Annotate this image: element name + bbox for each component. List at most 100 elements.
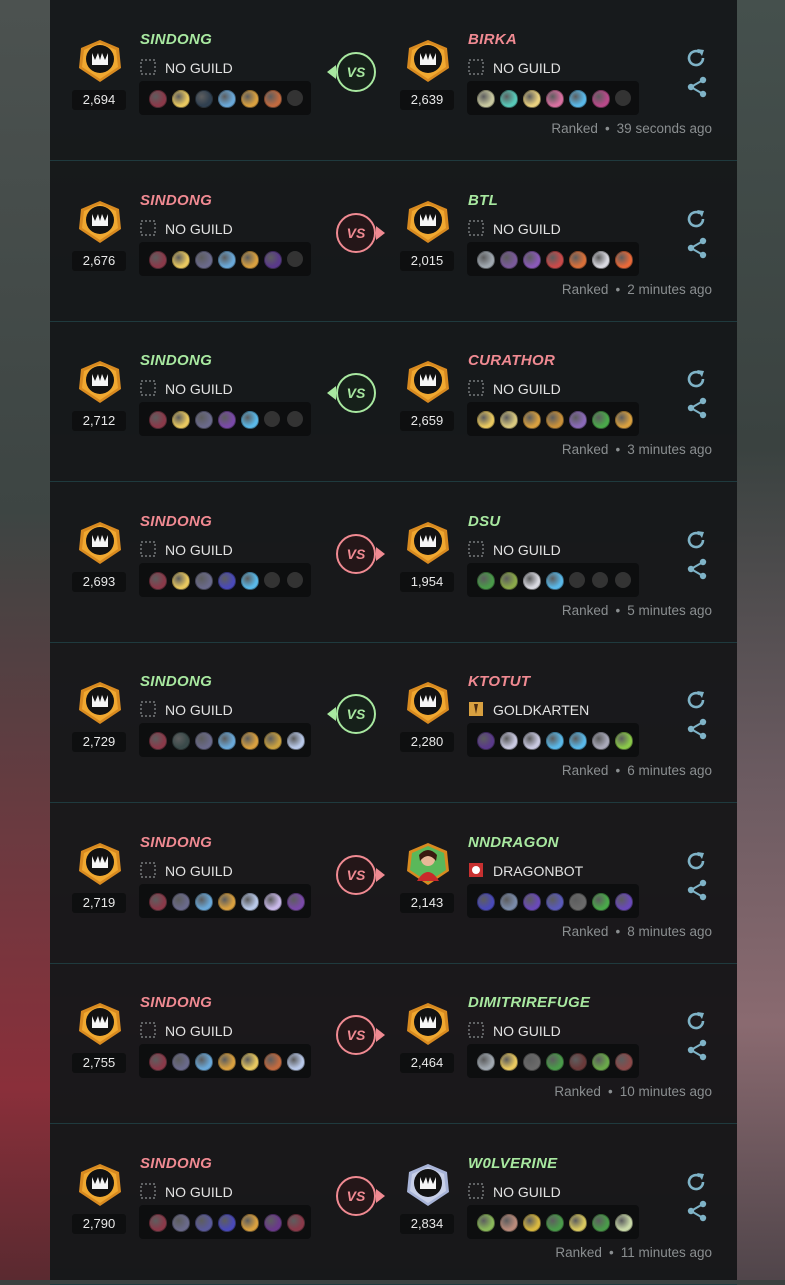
monster-card-icon[interactable] xyxy=(546,1213,564,1232)
monster-card-icon[interactable] xyxy=(500,250,518,269)
league-badge-icon[interactable] xyxy=(403,1162,453,1208)
monster-card-icon[interactable] xyxy=(523,90,541,108)
share-icon[interactable] xyxy=(686,237,708,259)
vs-badge[interactable]: VS xyxy=(336,52,376,92)
league-badge-icon[interactable] xyxy=(403,38,453,84)
monster-card-icon[interactable] xyxy=(218,1053,236,1071)
vs-badge[interactable]: VS xyxy=(336,854,376,895)
player-name[interactable]: DSU xyxy=(468,513,501,530)
refresh-icon[interactable] xyxy=(684,688,708,712)
guild-name[interactable]: NO GUILD xyxy=(493,221,561,237)
monster-card-icon[interactable] xyxy=(195,571,213,590)
monster-card-icon[interactable] xyxy=(218,892,236,911)
monster-card-icon[interactable] xyxy=(523,892,541,911)
guild-name[interactable]: NO GUILD xyxy=(165,542,233,558)
share-icon[interactable] xyxy=(686,397,708,419)
monster-card-icon[interactable] xyxy=(264,250,282,269)
share-icon[interactable] xyxy=(686,1200,708,1222)
match-card[interactable]: 2,676 SINDONG NO GUILD 2,015 BTL NO GUIL… xyxy=(50,161,737,322)
team-lineup[interactable] xyxy=(467,883,639,918)
league-badge-icon[interactable] xyxy=(75,680,125,726)
monster-card-icon[interactable] xyxy=(195,1213,213,1232)
match-card[interactable]: 2,712 SINDONG NO GUILD 2,659 CURATHOR NO… xyxy=(50,321,737,482)
refresh-icon[interactable] xyxy=(684,207,708,231)
league-badge-icon[interactable] xyxy=(75,520,125,566)
player-name[interactable]: CURATHOR xyxy=(468,352,555,369)
team-lineup[interactable] xyxy=(467,402,639,436)
monster-card-icon[interactable] xyxy=(241,892,259,911)
monster-card-icon[interactable] xyxy=(546,732,564,750)
monster-card-icon[interactable] xyxy=(195,250,213,269)
monster-card-icon[interactable] xyxy=(477,1053,495,1071)
monster-card-icon[interactable] xyxy=(477,90,495,108)
player-name[interactable]: SINDONG xyxy=(140,513,212,530)
match-card[interactable]: 2,694 SINDONG NO GUILD 2,639 BIRKA NO GU… xyxy=(50,0,737,161)
monster-card-icon[interactable] xyxy=(523,732,541,750)
monster-card-icon[interactable] xyxy=(592,1213,610,1232)
monster-card-icon[interactable] xyxy=(241,732,259,750)
monster-card-icon[interactable] xyxy=(149,250,167,269)
monster-card-icon[interactable] xyxy=(287,1053,305,1071)
team-lineup[interactable] xyxy=(139,81,311,115)
monster-card-icon[interactable] xyxy=(500,732,518,750)
monster-card-icon[interactable] xyxy=(615,1213,633,1232)
monster-card-icon[interactable] xyxy=(172,1213,190,1232)
monster-card-icon[interactable] xyxy=(287,892,305,911)
player-name[interactable]: SINDONG xyxy=(140,192,212,209)
player-name[interactable]: SINDONG xyxy=(140,1155,212,1172)
monster-card-icon[interactable] xyxy=(500,411,518,429)
monster-card-icon[interactable] xyxy=(477,1213,495,1232)
monster-card-icon[interactable] xyxy=(592,732,610,750)
monster-card-icon[interactable] xyxy=(546,250,564,269)
monster-card-icon[interactable] xyxy=(546,90,564,108)
refresh-icon[interactable] xyxy=(684,46,708,70)
monster-card-icon[interactable] xyxy=(500,1213,518,1232)
vs-badge[interactable]: VS xyxy=(336,212,376,253)
player-name[interactable]: SINDONG xyxy=(140,673,212,690)
monster-card-icon[interactable] xyxy=(172,90,190,108)
league-badge-icon[interactable] xyxy=(75,1001,125,1047)
monster-card-icon[interactable] xyxy=(615,732,633,750)
monster-card-icon[interactable] xyxy=(172,571,190,590)
match-card[interactable]: 2,755 SINDONG NO GUILD 2,464 DIMITRIREFU… xyxy=(50,963,737,1124)
vs-badge[interactable]: VS xyxy=(336,694,376,734)
team-lineup[interactable] xyxy=(467,1204,639,1239)
monster-card-icon[interactable] xyxy=(592,90,610,108)
monster-card-icon[interactable] xyxy=(241,1213,259,1232)
team-lineup[interactable] xyxy=(139,241,311,276)
team-lineup[interactable] xyxy=(139,562,311,597)
monster-card-icon[interactable] xyxy=(195,1053,213,1071)
monster-card-icon[interactable] xyxy=(172,892,190,911)
team-lineup[interactable] xyxy=(139,402,311,436)
monster-card-icon[interactable] xyxy=(569,1213,587,1232)
guild-name[interactable]: NO GUILD xyxy=(165,702,233,718)
monster-card-icon[interactable] xyxy=(477,411,495,429)
share-icon[interactable] xyxy=(686,76,708,98)
player-name[interactable]: KTOTUT xyxy=(468,673,530,690)
league-badge-icon[interactable] xyxy=(403,1001,453,1047)
player-name[interactable]: SINDONG xyxy=(140,994,212,1011)
guild-name[interactable]: NO GUILD xyxy=(165,221,233,237)
league-badge-icon[interactable] xyxy=(75,1162,125,1208)
monster-card-icon[interactable] xyxy=(569,411,587,429)
league-badge-icon[interactable] xyxy=(403,520,453,566)
monster-card-icon[interactable] xyxy=(523,571,541,590)
monster-card-icon[interactable] xyxy=(287,1213,305,1232)
monster-card-icon[interactable] xyxy=(546,571,564,590)
monster-card-icon[interactable] xyxy=(149,892,167,911)
monster-card-icon[interactable] xyxy=(264,1213,282,1232)
player-name[interactable]: SINDONG xyxy=(140,352,212,369)
monster-card-icon[interactable] xyxy=(500,892,518,911)
monster-card-icon[interactable] xyxy=(477,892,495,911)
vs-badge[interactable]: VS xyxy=(336,1015,376,1055)
guild-name[interactable]: NO GUILD xyxy=(165,60,233,76)
monster-card-icon[interactable] xyxy=(149,571,167,590)
guild-name[interactable]: GOLDKARTEN xyxy=(493,702,589,718)
guild-name[interactable]: NO GUILD xyxy=(165,1184,233,1200)
monster-card-icon[interactable] xyxy=(149,732,167,750)
monster-card-icon[interactable] xyxy=(500,1053,518,1071)
refresh-icon[interactable] xyxy=(684,1170,708,1194)
player-name[interactable]: SINDONG xyxy=(140,834,212,851)
team-lineup[interactable] xyxy=(139,883,311,918)
refresh-icon[interactable] xyxy=(684,528,708,552)
